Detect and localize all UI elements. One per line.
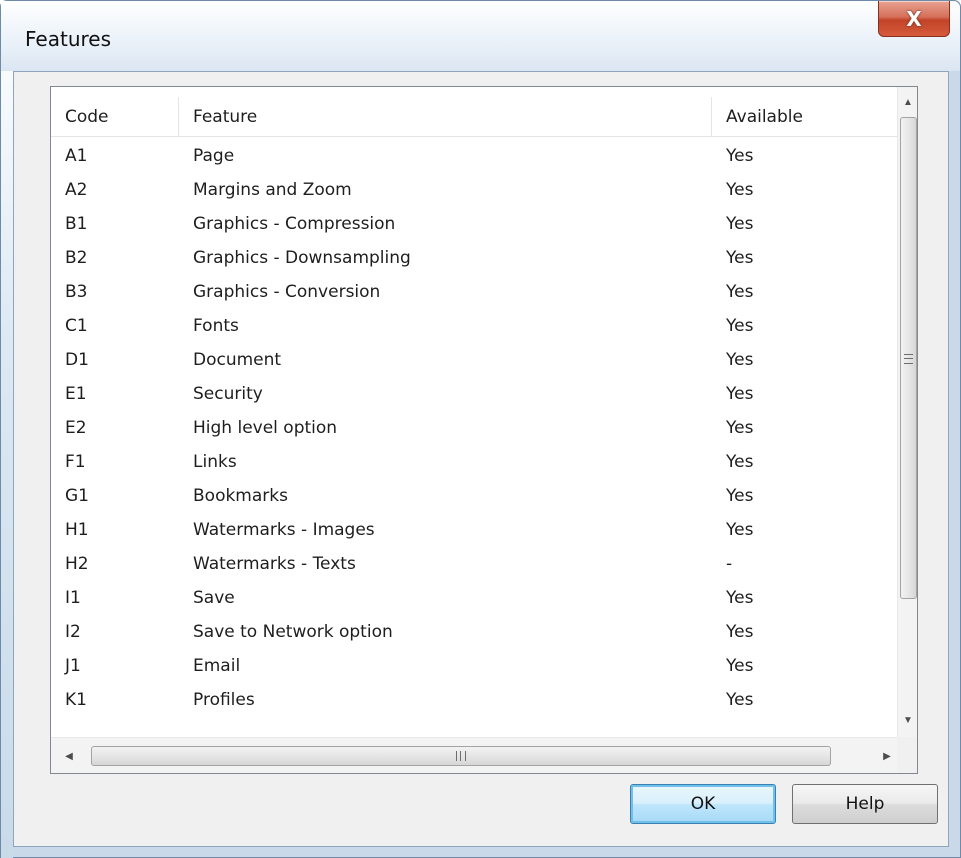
dialog-title: Features xyxy=(25,27,111,51)
vertical-scrollbar[interactable]: ▲ ▼ xyxy=(897,87,917,737)
features-dialog: Features X Code Feature Available A1 Page… xyxy=(0,0,961,858)
cell-available: - xyxy=(726,554,733,574)
cell-code: D1 xyxy=(65,350,89,370)
cell-feature: Save xyxy=(193,588,235,608)
cell-feature: Security xyxy=(193,384,263,404)
help-button[interactable]: Help xyxy=(792,784,938,824)
horizontal-scrollbar[interactable]: ◀ ▶ xyxy=(51,737,897,773)
cell-feature: Graphics - Downsampling xyxy=(193,248,411,268)
table-row[interactable]: B1 Graphics - Compression Yes xyxy=(51,207,897,241)
cell-feature: Margins and Zoom xyxy=(193,180,352,200)
table-row[interactable]: B2 Graphics - Downsampling Yes xyxy=(51,241,897,275)
cell-code: E2 xyxy=(65,418,87,438)
table-row[interactable]: E1 Security Yes xyxy=(51,377,897,411)
arrow-down-icon[interactable]: ▼ xyxy=(898,707,918,733)
vertical-scroll-thumb[interactable] xyxy=(900,117,917,599)
cell-available: Yes xyxy=(726,146,754,166)
cell-feature: Watermarks - Texts xyxy=(193,554,356,574)
cell-code: E1 xyxy=(65,384,87,404)
arrow-left-icon[interactable]: ◀ xyxy=(55,738,83,774)
cell-available: Yes xyxy=(726,214,754,234)
column-header-available[interactable]: Available xyxy=(712,97,897,137)
cell-feature: Bookmarks xyxy=(193,486,288,506)
cell-available: Yes xyxy=(726,316,754,336)
table-header: Code Feature Available xyxy=(51,97,897,137)
cell-code: G1 xyxy=(65,486,89,506)
features-list[interactable]: Code Feature Available A1 Page Yes A2 Margin… xyxy=(50,86,918,774)
dialog-body: Code Feature Available A1 Page Yes A2 Margin… xyxy=(13,71,949,847)
column-header-feature[interactable]: Feature xyxy=(179,97,712,137)
table-row[interactable]: H2 Watermarks - Texts - xyxy=(51,547,897,581)
cell-code: B2 xyxy=(65,248,88,268)
cell-code: A2 xyxy=(65,180,88,200)
cell-code: I1 xyxy=(65,588,81,608)
cell-feature: Profiles xyxy=(193,690,255,710)
cell-code: I2 xyxy=(65,622,81,642)
table-row[interactable]: B3 Graphics - Conversion Yes xyxy=(51,275,897,309)
scroll-corner xyxy=(897,737,917,773)
cell-code: K1 xyxy=(65,690,87,710)
cell-code: A1 xyxy=(65,146,88,166)
close-icon: X xyxy=(906,6,922,31)
table-row[interactable]: A1 Page Yes xyxy=(51,139,897,173)
cell-feature: Graphics - Conversion xyxy=(193,282,381,302)
cell-feature: Watermarks - Images xyxy=(193,520,375,540)
cell-available: Yes xyxy=(726,486,754,506)
table-row[interactable]: J1 Email Yes xyxy=(51,649,897,683)
table-row[interactable]: H1 Watermarks - Images Yes xyxy=(51,513,897,547)
close-button[interactable]: X xyxy=(878,1,950,37)
cell-feature: Links xyxy=(193,452,237,472)
cell-feature: High level option xyxy=(193,418,338,438)
table-row[interactable]: F1 Links Yes xyxy=(51,445,897,479)
table-row[interactable]: G1 Bookmarks Yes xyxy=(51,479,897,513)
horizontal-scroll-thumb[interactable] xyxy=(91,746,831,766)
cell-available: Yes xyxy=(726,350,754,370)
cell-code: H2 xyxy=(65,554,89,574)
cell-available: Yes xyxy=(726,452,754,472)
grip-icon xyxy=(456,751,466,761)
table-row[interactable]: E2 High level option Yes xyxy=(51,411,897,445)
cell-code: J1 xyxy=(65,656,81,676)
cell-feature: Save to Network option xyxy=(193,622,393,642)
cell-code: F1 xyxy=(65,452,86,472)
arrow-up-icon[interactable]: ▲ xyxy=(898,89,918,115)
title-bar[interactable]: Features xyxy=(1,1,960,71)
cell-available: Yes xyxy=(726,622,754,642)
cell-available: Yes xyxy=(726,282,754,302)
column-header-code[interactable]: Code xyxy=(51,97,179,137)
cell-code: B3 xyxy=(65,282,88,302)
table-row[interactable]: I1 Save Yes xyxy=(51,581,897,615)
table-body: A1 Page Yes A2 Margins and Zoom Yes B1 Graphics… xyxy=(51,139,897,737)
cell-feature: Document xyxy=(193,350,282,370)
cell-available: Yes xyxy=(726,520,754,540)
cell-available: Yes xyxy=(726,384,754,404)
window-frame xyxy=(1,1,13,858)
cell-feature: Graphics - Compression xyxy=(193,214,396,234)
table-row[interactable]: K1 Profiles Yes xyxy=(51,683,897,717)
cell-feature: Email xyxy=(193,656,241,676)
table-row[interactable]: I2 Save to Network option Yes xyxy=(51,615,897,649)
cell-feature: Fonts xyxy=(193,316,239,336)
grip-icon xyxy=(904,354,913,364)
cell-available: Yes xyxy=(726,656,754,676)
cell-code: B1 xyxy=(65,214,88,234)
cell-available: Yes xyxy=(726,418,754,438)
table-row[interactable]: A2 Margins and Zoom Yes xyxy=(51,173,897,207)
cell-code: C1 xyxy=(65,316,88,336)
table-row[interactable]: D1 Document Yes xyxy=(51,343,897,377)
cell-available: Yes xyxy=(726,588,754,608)
table-row[interactable]: C1 Fonts Yes xyxy=(51,309,897,343)
cell-available: Yes xyxy=(726,690,754,710)
ok-button[interactable]: OK xyxy=(630,784,776,824)
cell-available: Yes xyxy=(726,248,754,268)
cell-feature: Page xyxy=(193,146,235,166)
cell-code: H1 xyxy=(65,520,89,540)
cell-available: Yes xyxy=(726,180,754,200)
